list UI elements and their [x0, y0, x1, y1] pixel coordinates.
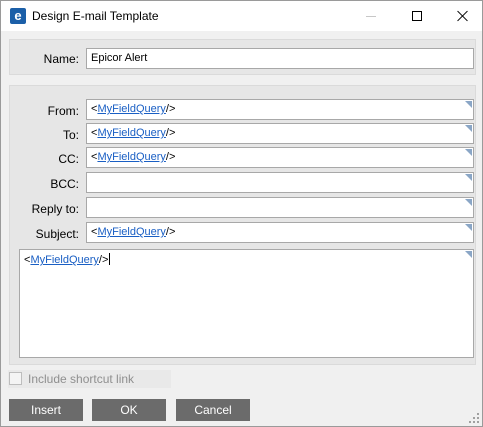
- resize-grip-icon[interactable]: [469, 413, 479, 423]
- field-picker-icon[interactable]: [465, 224, 472, 231]
- cancel-button[interactable]: Cancel: [176, 399, 250, 421]
- subject-label: Subject:: [35, 227, 79, 241]
- minimize-icon: [366, 16, 376, 17]
- subject-token-link[interactable]: MyFieldQuery: [97, 226, 165, 238]
- field-picker-icon[interactable]: [465, 149, 472, 156]
- from-token-link[interactable]: MyFieldQuery: [97, 103, 165, 115]
- reply-to-label: Reply to:: [31, 202, 79, 216]
- window-title: Design E-mail Template: [32, 9, 159, 23]
- title-bar[interactable]: e Design E-mail Template: [1, 1, 482, 31]
- field-picker-icon[interactable]: [465, 199, 472, 206]
- body-token-link[interactable]: MyFieldQuery: [30, 254, 98, 266]
- to-suffix: />: [165, 127, 176, 139]
- close-button[interactable]: [440, 1, 483, 31]
- cc-label: CC:: [58, 152, 79, 166]
- minimize-button[interactable]: [348, 1, 394, 31]
- to-field[interactable]: <MyFieldQuery/>: [86, 123, 474, 144]
- from-label: From:: [47, 104, 79, 118]
- bcc-label: BCC:: [50, 177, 79, 191]
- maximize-button[interactable]: [394, 1, 440, 31]
- subject-suffix: />: [165, 226, 176, 238]
- message-body-editor[interactable]: <MyFieldQuery/>: [19, 249, 474, 358]
- to-label: To:: [62, 128, 79, 142]
- from-suffix: />: [165, 103, 176, 115]
- name-value: Epicor Alert: [91, 52, 148, 64]
- ok-button[interactable]: OK: [92, 399, 166, 421]
- field-picker-icon[interactable]: [465, 174, 472, 181]
- subject-field[interactable]: <MyFieldQuery/>: [86, 222, 474, 243]
- insert-button[interactable]: Insert: [9, 399, 83, 421]
- close-icon: [455, 8, 471, 24]
- name-label: Name:: [43, 52, 79, 66]
- field-picker-icon[interactable]: [465, 251, 472, 258]
- reply-to-field[interactable]: [86, 197, 474, 218]
- include-shortcut-link-option[interactable]: Include shortcut link: [8, 370, 171, 388]
- field-picker-icon[interactable]: [465, 125, 472, 132]
- app-logo-letter: e: [14, 8, 22, 23]
- cc-token-link[interactable]: MyFieldQuery: [97, 151, 165, 163]
- bcc-field[interactable]: [86, 172, 474, 193]
- body-suffix: />: [98, 254, 109, 266]
- to-token-link[interactable]: MyFieldQuery: [97, 127, 165, 139]
- app-logo-icon: e: [10, 8, 26, 24]
- design-email-template-window: e Design E-mail Template Name: Epicor Al…: [0, 0, 483, 427]
- cc-suffix: />: [165, 151, 176, 163]
- from-field[interactable]: <MyFieldQuery/>: [86, 99, 474, 120]
- cc-field[interactable]: <MyFieldQuery/>: [86, 147, 474, 168]
- name-field[interactable]: Epicor Alert: [86, 48, 474, 69]
- include-shortcut-link-label: Include shortcut link: [28, 372, 135, 386]
- maximize-icon: [412, 11, 422, 21]
- text-caret: [109, 253, 111, 265]
- field-picker-icon[interactable]: [465, 101, 472, 108]
- include-shortcut-link-checkbox[interactable]: [9, 372, 22, 385]
